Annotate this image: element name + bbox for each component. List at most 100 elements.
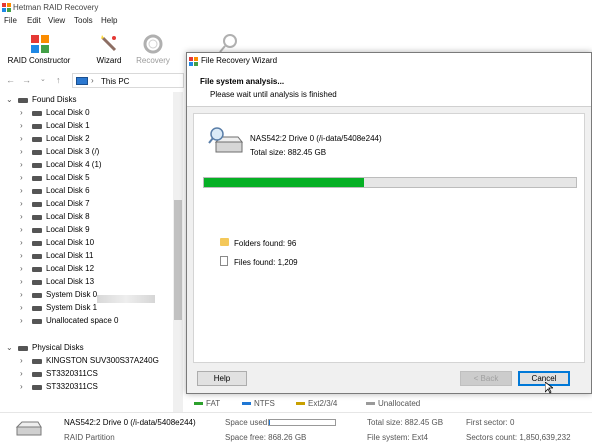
folders-found: Folders found: 96 bbox=[234, 239, 297, 248]
legend-label: NTFS bbox=[254, 399, 275, 408]
tree-item-label: Local Disk 4 (1) bbox=[46, 160, 102, 169]
dialog-header: File system analysis... Please wait unti… bbox=[187, 69, 591, 107]
tree-item[interactable]: › Local Disk 9 bbox=[0, 224, 172, 237]
tree-item[interactable]: › Local Disk 8 bbox=[0, 211, 172, 224]
menu-edit[interactable]: Edit bbox=[27, 16, 41, 25]
tree-item[interactable]: › Local Disk 6 bbox=[0, 185, 172, 198]
tree-item[interactable]: › KINGSTON SUV300S37A240G bbox=[0, 355, 172, 368]
expand-right-icon[interactable]: › bbox=[20, 264, 23, 273]
expand-right-icon[interactable]: › bbox=[20, 316, 23, 325]
expand-right-icon[interactable]: › bbox=[20, 225, 23, 234]
tree-item-label: Local Disk 8 bbox=[46, 212, 90, 221]
forward-arrow-icon[interactable]: → bbox=[22, 75, 31, 85]
tree-item[interactable]: › Local Disk 0 bbox=[0, 107, 172, 120]
tree-item[interactable]: › Local Disk 1 bbox=[0, 120, 172, 133]
chevron-down-icon[interactable]: ⌄ bbox=[40, 75, 46, 83]
menu-view[interactable]: View bbox=[48, 16, 65, 25]
legend-swatch bbox=[242, 402, 251, 406]
file-recovery-wizard-dialog: File Recovery Wizard File system analysi… bbox=[186, 52, 592, 394]
tree-item[interactable]: › Local Disk 2 bbox=[0, 133, 172, 146]
help-button[interactable]: Help bbox=[197, 371, 247, 386]
tree-item[interactable]: › System Disk 1 bbox=[0, 302, 172, 315]
tree-group[interactable]: ⌄ Physical Disks bbox=[0, 342, 172, 355]
expand-down-icon[interactable]: ⌄ bbox=[6, 343, 13, 352]
recovery-button[interactable]: Recovery bbox=[132, 30, 174, 68]
dialog-subheading: Please wait until analysis is finished bbox=[210, 90, 337, 99]
disk-icon bbox=[32, 111, 42, 116]
disk-icon bbox=[32, 215, 42, 220]
tree-item-label: KINGSTON SUV300S37A240G bbox=[46, 356, 159, 365]
tree-scrollbar[interactable] bbox=[173, 92, 183, 412]
tree-item[interactable]: › Unallocated space 0 bbox=[0, 315, 172, 328]
status-drive-name: NAS542:2 Drive 0 (/i-data/5408e244) bbox=[64, 418, 196, 427]
expand-right-icon[interactable]: › bbox=[20, 303, 23, 312]
disk-icon bbox=[32, 137, 42, 142]
status-bar: NAS542:2 Drive 0 (/i-data/5408e244) RAID… bbox=[0, 412, 592, 444]
tree-item[interactable]: › Local Disk 12 bbox=[0, 263, 172, 276]
expand-right-icon[interactable]: › bbox=[20, 356, 23, 365]
tree-item[interactable]: › Local Disk 3 (/) bbox=[0, 146, 172, 159]
raid-constructor-button[interactable]: RAID Constructor bbox=[4, 30, 74, 68]
expand-right-icon[interactable]: › bbox=[20, 108, 23, 117]
dialog-app-icon bbox=[189, 57, 198, 66]
expand-right-icon[interactable]: › bbox=[20, 134, 23, 143]
folder-icon bbox=[220, 238, 229, 246]
expand-right-icon[interactable]: › bbox=[20, 290, 23, 299]
expand-right-icon[interactable]: › bbox=[20, 238, 23, 247]
breadcrumb-chevron-icon: › bbox=[91, 76, 94, 85]
legend-label: FAT bbox=[206, 399, 221, 408]
menu-tools[interactable]: Tools bbox=[74, 16, 93, 25]
drive-name: NAS542:2 Drive 0 (/i-data/5408e244) bbox=[250, 134, 382, 143]
disk-icon bbox=[32, 293, 42, 298]
tree-item[interactable]: › ST3320311CS bbox=[0, 368, 172, 381]
tree-item[interactable]: › ST3320311CS bbox=[0, 381, 172, 394]
lifebuoy-icon bbox=[143, 34, 163, 54]
app-icon bbox=[2, 3, 11, 12]
tree-item[interactable]: › Local Disk 4 (1) bbox=[0, 159, 172, 172]
legend-swatch bbox=[296, 402, 305, 406]
address-box[interactable]: › This PC bbox=[72, 73, 184, 88]
disk-icon bbox=[32, 385, 42, 390]
expand-right-icon[interactable]: › bbox=[20, 199, 23, 208]
back-button[interactable]: < Back bbox=[460, 371, 512, 386]
tree-item[interactable]: › Local Disk 11 bbox=[0, 250, 172, 263]
tree-item-label: Local Disk 2 bbox=[46, 134, 90, 143]
menu-file[interactable]: File bbox=[4, 16, 17, 25]
magnifier-icon[interactable] bbox=[218, 32, 240, 54]
expand-right-icon[interactable]: › bbox=[20, 277, 23, 286]
tree-item-label: Local Disk 13 bbox=[46, 277, 95, 286]
up-arrow-icon[interactable]: ↑ bbox=[56, 75, 61, 85]
expand-right-icon[interactable]: › bbox=[20, 382, 23, 391]
back-arrow-icon[interactable]: ← bbox=[6, 75, 15, 85]
cancel-button[interactable]: Cancel bbox=[518, 371, 570, 386]
expand-down-icon[interactable]: ⌄ bbox=[6, 95, 13, 104]
menu-help[interactable]: Help bbox=[101, 16, 117, 25]
tree-item-label: Local Disk 0 bbox=[46, 108, 90, 117]
legend-swatch bbox=[194, 402, 203, 406]
tree-item[interactable]: › Local Disk 10 bbox=[0, 237, 172, 250]
dialog-body: NAS542:2 Drive 0 (/i-data/5408e244) Tota… bbox=[193, 113, 585, 363]
files-found: Files found: 1,209 bbox=[234, 258, 298, 267]
tree-item[interactable]: › Local Disk 13 bbox=[0, 276, 172, 289]
tree-item[interactable]: › Local Disk 7 bbox=[0, 198, 172, 211]
tree-group[interactable]: ⌄ Found Disks bbox=[0, 94, 172, 107]
tree-item-label: Unallocated space 0 bbox=[46, 316, 119, 325]
expand-right-icon[interactable]: › bbox=[20, 147, 23, 156]
expand-right-icon[interactable]: › bbox=[20, 212, 23, 221]
file-icon bbox=[220, 256, 228, 266]
tree-item[interactable]: › Local Disk 5 bbox=[0, 172, 172, 185]
disk-icon bbox=[32, 306, 42, 311]
file-system-legend: FAT NTFS Ext2/3/4 Unallocated bbox=[186, 397, 592, 411]
legend-label: Ext2/3/4 bbox=[308, 399, 338, 408]
tree-scrollbar-thumb[interactable] bbox=[174, 200, 182, 320]
expand-right-icon[interactable]: › bbox=[20, 251, 23, 260]
expand-right-icon[interactable]: › bbox=[20, 186, 23, 195]
expand-right-icon[interactable]: › bbox=[20, 160, 23, 169]
raid-constructor-label: RAID Constructor bbox=[7, 56, 71, 65]
space-used-label: Space used: bbox=[225, 418, 270, 427]
wizard-button[interactable]: Wizard bbox=[92, 30, 126, 68]
expand-right-icon[interactable]: › bbox=[20, 121, 23, 130]
expand-right-icon[interactable]: › bbox=[20, 369, 23, 378]
expand-right-icon[interactable]: › bbox=[20, 173, 23, 182]
tree-item-label: ST3320311CS bbox=[46, 382, 98, 391]
